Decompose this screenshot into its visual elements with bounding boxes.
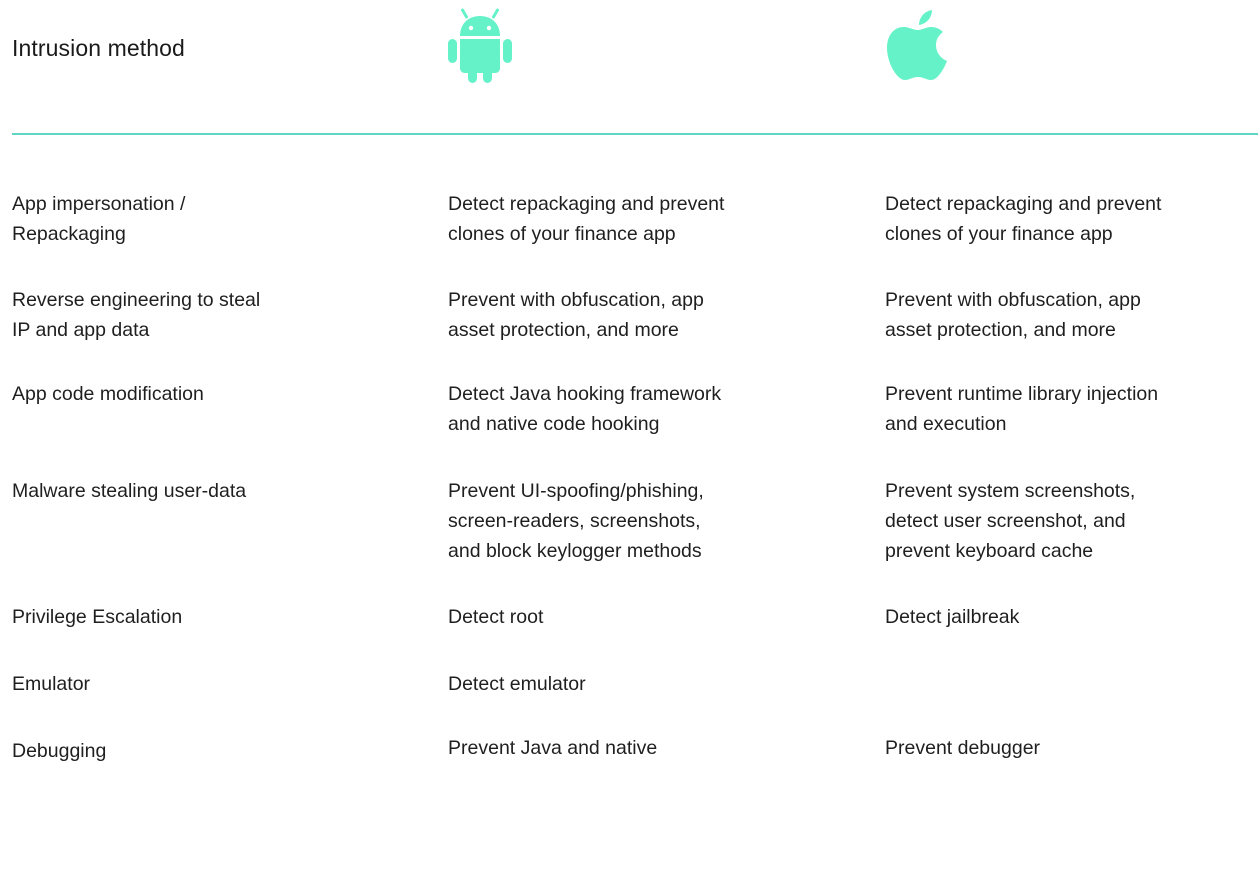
android-protection-cell: Detect repackaging and prevent clones of…	[448, 193, 725, 245]
android-protection-cell: Prevent with obfuscation, app asset prot…	[448, 289, 704, 341]
ios-protection-cell: Detect jailbreak	[885, 606, 1020, 628]
ios-protection-cell: Prevent system screenshots, detect user …	[885, 480, 1136, 562]
intrusion-method-cell: Reverse engineering to steal IP and app …	[12, 289, 261, 341]
intrusion-method-cell: App impersonation / Repackaging	[12, 193, 186, 245]
intrusion-method-cell: App code modification	[12, 383, 204, 405]
ios-protection-cell: Prevent runtime library injection and ex…	[885, 383, 1159, 435]
apple-icon	[884, 8, 952, 91]
intrusion-method-cell: Debugging	[12, 740, 107, 762]
android-protection-cell: Detect emulator	[448, 673, 586, 695]
table-header: Intrusion method	[0, 0, 1258, 136]
android-protection-cell: Prevent Java and native	[448, 737, 658, 759]
intrusion-method-cell: Emulator	[12, 673, 91, 695]
android-protection-cell: Detect Java hooking framework and native…	[448, 383, 722, 435]
ios-protection-cell: Detect repackaging and prevent clones of…	[885, 193, 1162, 245]
ios-protection-cell: Prevent with obfuscation, app asset prot…	[885, 289, 1141, 341]
ios-protection-cell: Prevent debugger	[885, 737, 1041, 759]
android-protection-cell: Prevent UI-spoofing/phishing, screen-rea…	[448, 480, 704, 562]
android-icon	[446, 6, 514, 89]
android-protection-cell: Detect root	[448, 606, 544, 628]
column-title-intrusion-method: Intrusion method	[12, 35, 185, 61]
header-divider	[12, 133, 1258, 135]
intrusion-method-cell: Privilege Escalation	[12, 606, 183, 628]
intrusion-method-cell: Malware stealing user-data	[12, 480, 247, 502]
